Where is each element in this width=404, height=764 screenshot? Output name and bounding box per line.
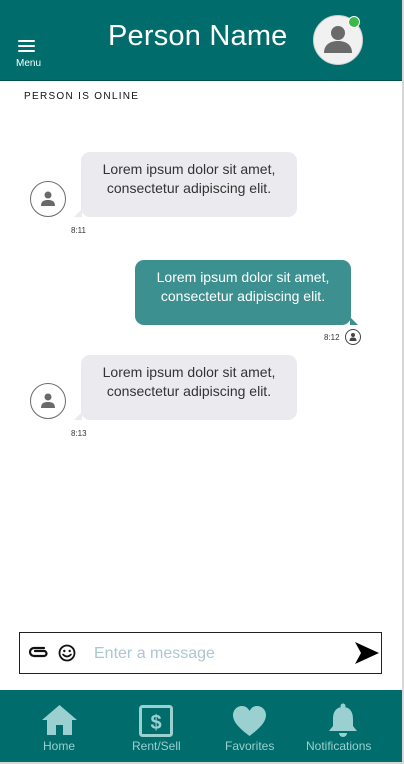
contact-name-title: Person Name [108,20,288,52]
nav-label-notifications: Notifications [306,739,372,753]
message-text-line: Lorem ipsum dolor sit amet, [102,161,276,177]
dollar-icon: $ [139,705,173,737]
message-input[interactable] [92,641,336,667]
nav-item-notifications[interactable]: Notifications [305,690,381,762]
message-bubble-received[interactable]: Lorem ipsum dolor sit amet, consectetur … [74,355,297,420]
message-text-line: Lorem ipsum dolor sit amet, [156,269,330,285]
person-icon [41,191,55,206]
message-time: 8:11 [71,226,86,235]
read-receipt-icon [345,329,361,345]
paperclip-icon[interactable] [28,645,50,659]
message-text-line: consectetur adipiscing elit. [106,383,272,399]
nav-label-favorites: Favorites [225,739,275,753]
nav-item-rent-sell[interactable]: $ Rent/Sell [128,690,188,762]
nav-label-home: Home [43,739,76,753]
message-text-line: consectetur adipiscing elit. [160,288,326,304]
person-icon [41,393,55,408]
home-icon [42,705,77,735]
smiley-icon[interactable] [58,644,76,662]
nav-item-favorites[interactable]: Favorites [220,690,280,762]
app-header: Menu Person Name [0,0,402,81]
message-composer [19,632,382,674]
sender-avatar [30,181,66,217]
message-time: 8:13 [71,429,87,438]
message-bubble-sent[interactable]: Lorem ipsum dolor sit amet, consectetur … [135,260,358,325]
online-status-text: PERSON IS ONLINE [24,91,140,102]
nav-label-rent-sell: Rent/Sell [132,739,181,753]
message-bubble-received[interactable]: Lorem ipsum dolor sit amet, consectetur … [74,152,297,217]
nav-item-home[interactable]: Home [30,690,90,762]
bottom-navigation: Home $ Rent/Sell Favorites Notifications [0,690,402,762]
message-text-line: Lorem ipsum dolor sit amet, [102,364,276,380]
svg-text:$: $ [150,712,161,734]
menu-button[interactable]: Menu [12,36,46,72]
chat-screen: Menu Person Name PERSON IS ONLINE Lorem … [0,0,404,764]
heart-icon [233,706,266,736]
bell-icon [329,703,357,737]
send-arrow-icon[interactable] [354,641,380,665]
message-time: 8:12 [324,333,340,342]
hamburger-icon [18,40,35,53]
sender-avatar [30,383,66,419]
online-status-dot [348,16,360,28]
message-text-line: consectetur adipiscing elit. [106,180,272,196]
menu-label: Menu [16,58,42,69]
